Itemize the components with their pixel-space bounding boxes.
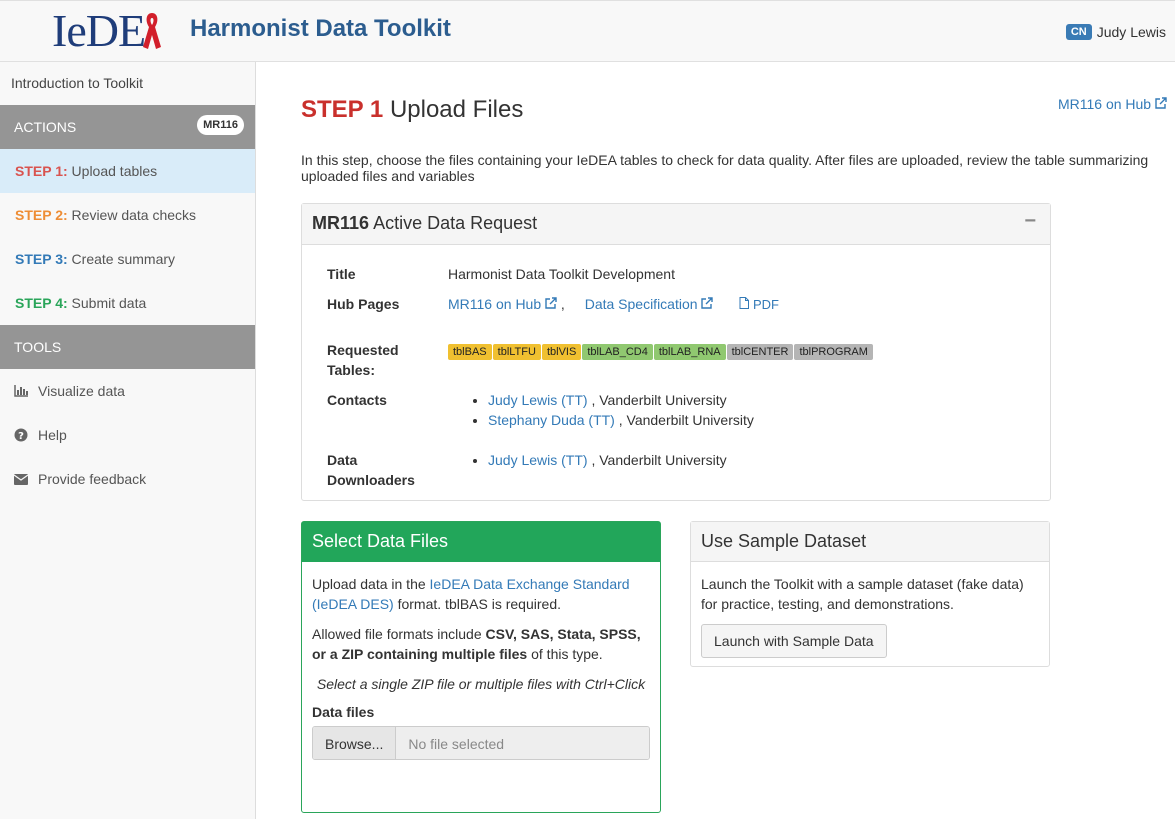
- upload-description: Upload data in the IeDEA Data Exchange S…: [312, 576, 630, 612]
- actions-section-header: ACTIONS MR116: [0, 105, 255, 149]
- sample-dataset-panel: Use Sample Dataset Launch the Toolkit wi…: [690, 521, 1050, 667]
- collapse-button[interactable]: −: [1024, 210, 1036, 233]
- envelope-icon: [14, 473, 28, 485]
- file-pdf-icon: [739, 297, 750, 309]
- list-item: Judy Lewis (TT) , Vanderbilt University: [488, 390, 754, 410]
- tool-label: Visualize data: [38, 383, 125, 399]
- sidebar-item-feedback[interactable]: Provide feedback: [0, 457, 255, 501]
- pdf-link[interactable]: PDF: [739, 297, 779, 312]
- step-number: STEP 2:: [15, 207, 68, 223]
- table-tag: tblLAB_RNA: [653, 344, 726, 360]
- table-tag: tblLTFU: [492, 344, 541, 360]
- step-number: STEP 4:: [15, 295, 68, 311]
- user-initials-badge: CN: [1065, 24, 1092, 40]
- actions-label: ACTIONS: [14, 119, 77, 135]
- step-instructions: In this step, choose the files containin…: [301, 152, 1149, 184]
- table-tag: tblBAS: [448, 344, 492, 360]
- page-title: STEP 1 Upload Files: [301, 96, 523, 124]
- table-tag: tblPROGRAM: [794, 344, 873, 360]
- sidebar-item-step4[interactable]: STEP 4: Submit data: [0, 281, 255, 325]
- table-tag: tblCENTER: [726, 344, 794, 360]
- page-title-text: Upload Files: [389, 96, 524, 123]
- sidebar-item-step3[interactable]: STEP 3: Create summary: [0, 237, 255, 281]
- sidebar-item-step2[interactable]: STEP 2: Review data checks: [0, 193, 255, 237]
- select-data-files-panel: Select Data Files Upload data in the IeD…: [301, 521, 661, 813]
- downloaders-label: Data Downloaders: [327, 452, 415, 488]
- tool-label: Provide feedback: [38, 471, 147, 487]
- step-number: STEP 1:: [15, 163, 68, 179]
- data-specification-link[interactable]: Data Specification: [585, 296, 714, 312]
- sidebar-item-visualize[interactable]: Visualize data: [0, 369, 255, 413]
- hub-link[interactable]: MR116 on Hub: [1058, 96, 1167, 112]
- panel-heading: Use Sample Dataset: [691, 522, 1049, 562]
- red-ribbon-icon: [143, 13, 162, 49]
- user-name: Judy Lewis: [1096, 24, 1166, 40]
- mr-hub-link[interactable]: MR116 on Hub: [448, 296, 557, 312]
- sidebar-item-step1[interactable]: STEP 1: Upload tables: [0, 149, 255, 193]
- app-title: Harmonist Data Toolkit: [190, 15, 451, 42]
- step-label: Upload tables: [71, 163, 158, 179]
- page-title-step: STEP 1: [301, 96, 384, 123]
- data-request-badge: MR116: [197, 115, 244, 135]
- main-content: STEP 1 Upload Files MR116 on Hub In this…: [300, 62, 1175, 819]
- iedea-logo[interactable]: IeDE: [52, 5, 162, 56]
- sidebar-item-help[interactable]: ? Help: [0, 413, 255, 457]
- title-value: Harmonist Data Toolkit Development: [448, 266, 675, 282]
- hub-pages-links: MR116 on Hub , Data Specification PDF: [448, 296, 779, 312]
- sidebar: Introduction to Toolkit ACTIONS MR116 ST…: [0, 62, 256, 819]
- svg-text:?: ?: [18, 431, 24, 442]
- step-number: STEP 3:: [15, 251, 68, 267]
- tools-label: TOOLS: [14, 339, 62, 355]
- contact-link[interactable]: Stephany Duda (TT): [488, 412, 615, 428]
- user-menu[interactable]: CN Judy Lewis: [1065, 24, 1166, 40]
- list-item: Judy Lewis (TT) , Vanderbilt University: [488, 450, 727, 470]
- table-tag: tblLAB_CD4: [582, 344, 653, 360]
- top-header: IeDE Harmonist Data Toolkit CN Judy Lewi…: [0, 0, 1175, 62]
- tools-section-header: TOOLS: [0, 325, 255, 369]
- panel-heading: Select Data Files: [302, 522, 660, 562]
- step-label: Review data checks: [71, 207, 197, 223]
- contact-link[interactable]: Judy Lewis (TT): [488, 392, 588, 408]
- tool-label: Help: [38, 427, 67, 443]
- panel-body: Launch the Toolkit with a sample dataset…: [691, 562, 1049, 670]
- file-upload-input[interactable]: Browse... No file selected: [312, 726, 650, 760]
- browse-button[interactable]: Browse...: [313, 727, 397, 759]
- list-item: Stephany Duda (TT) , Vanderbilt Universi…: [488, 410, 754, 430]
- step-label: Submit data: [71, 295, 147, 311]
- table-tag: tblVIS: [541, 344, 582, 360]
- panel-body: Upload data in the IeDEA Data Exchange S…: [302, 562, 660, 772]
- downloaders-list: Judy Lewis (TT) , Vanderbilt University: [448, 450, 727, 470]
- external-link-icon: [1155, 97, 1167, 109]
- launch-sample-button[interactable]: Launch with Sample Data: [701, 624, 887, 658]
- sample-description: Launch the Toolkit with a sample dataset…: [701, 576, 1024, 612]
- panel-header: MR116 Active Data Request −: [302, 204, 1050, 245]
- external-link-icon: [545, 297, 557, 309]
- requested-tables-list: tblBAS tblLTFU tblVIS tblLAB_CD4 tblLAB_RNA t…: [448, 342, 874, 360]
- selection-hint: Select a single ZIP file or multiple fil…: [316, 676, 646, 692]
- hub-pages-label: Hub Pages: [327, 296, 400, 312]
- hub-link-label: MR116 on Hub: [1057, 96, 1152, 112]
- title-label: Title: [327, 266, 356, 282]
- downloader-link[interactable]: Judy Lewis (TT): [488, 452, 588, 468]
- logo-text: IeDE: [52, 5, 146, 56]
- step-label: Create summary: [71, 251, 176, 267]
- active-data-request-panel: MR116 Active Data Request − Title Harmon…: [301, 203, 1051, 501]
- allowed-formats: Allowed file formats include CSV, SAS, S…: [312, 626, 641, 662]
- bar-chart-icon: [14, 385, 28, 397]
- data-files-label: Data files: [312, 704, 375, 720]
- request-id: MR116: [312, 213, 370, 233]
- panel-heading: Active Data Request: [373, 213, 538, 233]
- requested-tables-label: Requested Tables:: [327, 342, 399, 378]
- contacts-label: Contacts: [327, 392, 387, 408]
- question-circle-icon: ?: [14, 428, 28, 442]
- file-name-display: No file selected: [396, 727, 649, 759]
- contacts-list: Judy Lewis (TT) , Vanderbilt University …: [448, 390, 754, 430]
- sidebar-item-intro[interactable]: Introduction to Toolkit: [0, 62, 255, 105]
- external-link-icon: [701, 297, 714, 309]
